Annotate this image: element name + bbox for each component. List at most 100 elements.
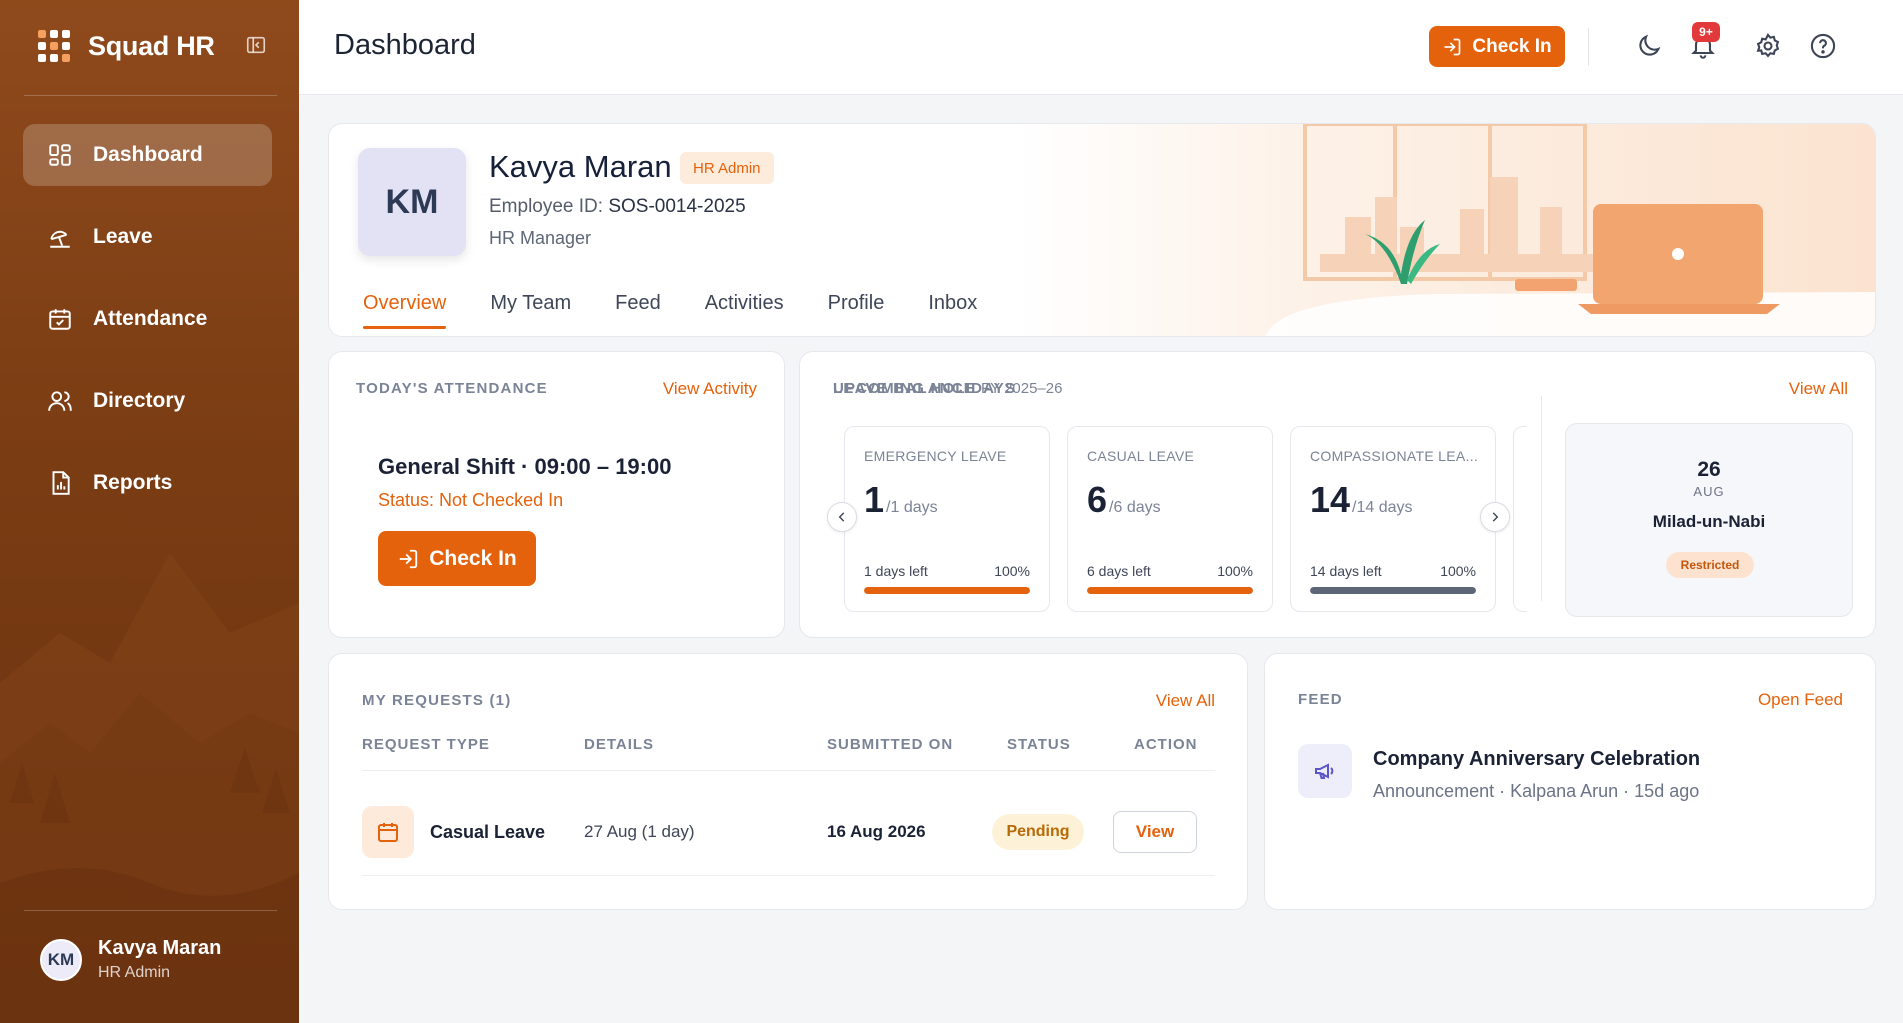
leave-days-left: 1 days left bbox=[864, 563, 928, 579]
requests-heading: My Requests (1) bbox=[362, 692, 512, 709]
leave-type-card[interactable]: COMPASSIONATE LEA... 14/14 days 14 days … bbox=[1290, 426, 1496, 612]
leave-available: 6/6 days bbox=[1087, 479, 1161, 521]
attendance-heading: Today's Attendance bbox=[356, 380, 548, 397]
avatar: KM bbox=[40, 938, 82, 981]
leave-available: 14/14 days bbox=[1310, 479, 1413, 521]
request-submitted-date: 16 Aug 2026 bbox=[827, 822, 926, 841]
moon-icon[interactable] bbox=[1635, 32, 1663, 60]
job-title: HR Manager bbox=[489, 228, 592, 248]
leave-total: /6 days bbox=[1109, 499, 1161, 516]
office-illustration bbox=[1015, 124, 1875, 336]
requests-card: My Requests (1) View All Request Type De… bbox=[328, 653, 1248, 910]
calendar-icon bbox=[49, 309, 71, 330]
table-header-divider bbox=[362, 770, 1215, 771]
view-all-holidays-link[interactable]: View All bbox=[1789, 379, 1848, 399]
profile-avatar: KM bbox=[358, 148, 466, 256]
holidays-heading: Upcoming Holidays bbox=[833, 380, 1017, 397]
sidebar-item-label: Directory bbox=[93, 389, 186, 412]
view-request-button[interactable]: View bbox=[1113, 811, 1197, 853]
column-header-request-type: Request Type bbox=[362, 736, 490, 753]
report-icon bbox=[52, 471, 70, 495]
sidebar-item-label: Reports bbox=[93, 471, 173, 494]
holiday-card[interactable]: 26 AUG Milad-un-Nabi Restricted bbox=[1565, 423, 1853, 617]
leave-available-value: 1 bbox=[864, 479, 885, 520]
calendar-icon bbox=[362, 806, 414, 858]
tab-inbox[interactable]: Inbox bbox=[928, 292, 977, 329]
sidebar-user[interactable]: KM Kavya Maran HR Admin bbox=[40, 937, 221, 982]
help-icon[interactable] bbox=[1809, 32, 1837, 60]
profile-name: Kavya Maran bbox=[489, 149, 672, 184]
employee-id: Employee ID: SOS-0014-2025 bbox=[489, 196, 746, 218]
notification-badge: 9+ bbox=[1692, 22, 1720, 42]
feed-item-meta: Announcement · Kalpana Arun · 15d ago bbox=[1373, 781, 1700, 801]
leave-type-title: CASUAL LEAVE bbox=[1087, 448, 1195, 464]
feed-card: Feed Open Feed Company Anniversary Celeb… bbox=[1264, 653, 1876, 910]
holiday-month: AUG bbox=[1693, 484, 1725, 499]
sidebar-divider bbox=[24, 910, 277, 911]
leave-type-title: COMPASSIONATE LEA... bbox=[1310, 448, 1479, 464]
sidebar-item-label: Leave bbox=[93, 225, 153, 248]
column-header-details: Details bbox=[584, 736, 655, 753]
holiday-day: 26 bbox=[1697, 458, 1721, 481]
employee-id-value: SOS-0014-2025 bbox=[608, 196, 746, 217]
leave-balance-card: Leave Balance FY 2025–26 EMERGENCY LEAVE… bbox=[799, 351, 1876, 638]
view-activity-link[interactable]: View Activity bbox=[663, 379, 757, 399]
carousel-next-button[interactable] bbox=[1480, 502, 1510, 532]
open-feed-link[interactable]: Open Feed bbox=[1758, 690, 1843, 710]
leave-percent: 100% bbox=[994, 563, 1030, 579]
profile-card: KM Kavya Maran HR Admin Employee ID: SOS… bbox=[328, 123, 1876, 337]
leave-progress-fill bbox=[864, 587, 1030, 594]
leave-type-card[interactable]: EMERGENCY LEAVE 1/1 days 1 days left 100… bbox=[844, 426, 1050, 612]
role-badge: HR Admin bbox=[680, 152, 774, 184]
brand[interactable]: Squad HR bbox=[38, 26, 215, 66]
tab-overview[interactable]: Overview bbox=[363, 292, 447, 329]
page-title: Dashboard bbox=[334, 29, 476, 61]
feed-heading: Feed bbox=[1298, 691, 1343, 708]
leave-total: /1 days bbox=[886, 499, 938, 516]
tab-my-team[interactable]: My Team bbox=[490, 292, 571, 329]
login-icon bbox=[1444, 38, 1461, 55]
leave-progress-bar bbox=[1087, 587, 1253, 594]
leave-percent: 100% bbox=[1217, 563, 1253, 579]
status-badge: Pending bbox=[992, 814, 1084, 850]
leave-type-card-partial bbox=[1513, 426, 1527, 612]
leave-available-value: 14 bbox=[1310, 479, 1351, 520]
sidebar-nav: Dashboard Leave Attendance Directory Rep… bbox=[23, 124, 272, 534]
sidebar-user-role: HR Admin bbox=[98, 964, 171, 981]
header-check-in-button[interactable]: Check In bbox=[1429, 26, 1565, 67]
column-header-status: Status bbox=[1007, 736, 1071, 753]
collapse-sidebar-icon[interactable] bbox=[245, 34, 267, 56]
leave-days-left: 14 days left bbox=[1310, 563, 1382, 579]
holiday-name: Milad-un-Nabi bbox=[1652, 512, 1766, 531]
sidebar-item-label: Dashboard bbox=[93, 143, 203, 166]
leave-available-value: 6 bbox=[1087, 479, 1108, 520]
sidebar-item-leave[interactable]: Leave bbox=[23, 206, 272, 268]
leave-type-card[interactable]: CASUAL LEAVE 6/6 days 6 days left 100% bbox=[1067, 426, 1273, 612]
check-in-button[interactable]: Check In bbox=[378, 531, 536, 586]
leave-progress-bar bbox=[1310, 587, 1476, 594]
view-all-requests-link[interactable]: View All bbox=[1156, 691, 1215, 711]
topbar: Dashboard Check In 9+ bbox=[299, 0, 1903, 95]
request-details: 27 Aug (1 day) bbox=[584, 822, 695, 841]
leave-total: /14 days bbox=[1352, 499, 1413, 516]
holiday-tag: Restricted bbox=[1666, 552, 1754, 578]
carousel-prev-button[interactable] bbox=[827, 502, 857, 532]
chevron-left-icon bbox=[838, 512, 845, 522]
sidebar-item-attendance[interactable]: Attendance bbox=[23, 288, 272, 350]
request-type: Casual Leave bbox=[430, 822, 546, 842]
gear-icon[interactable] bbox=[1754, 32, 1782, 60]
table-row-divider bbox=[362, 875, 1215, 876]
sidebar-item-reports[interactable]: Reports bbox=[23, 452, 272, 514]
shift-info: General Shift · 09:00 – 19:00 bbox=[378, 454, 672, 479]
megaphone-icon bbox=[1298, 744, 1352, 798]
feed-item-title: Company Anniversary Celebration bbox=[1373, 748, 1701, 770]
sidebar-item-dashboard[interactable]: Dashboard bbox=[23, 124, 272, 186]
leave-days-left: 6 days left bbox=[1087, 563, 1151, 579]
check-in-label: Check In bbox=[429, 546, 517, 570]
tab-activities[interactable]: Activities bbox=[705, 292, 784, 329]
tab-feed[interactable]: Feed bbox=[615, 292, 661, 329]
tab-profile[interactable]: Profile bbox=[828, 292, 885, 329]
sidebar-item-directory[interactable]: Directory bbox=[23, 370, 272, 432]
section-divider bbox=[1541, 396, 1542, 601]
leave-available: 1/1 days bbox=[864, 479, 938, 521]
